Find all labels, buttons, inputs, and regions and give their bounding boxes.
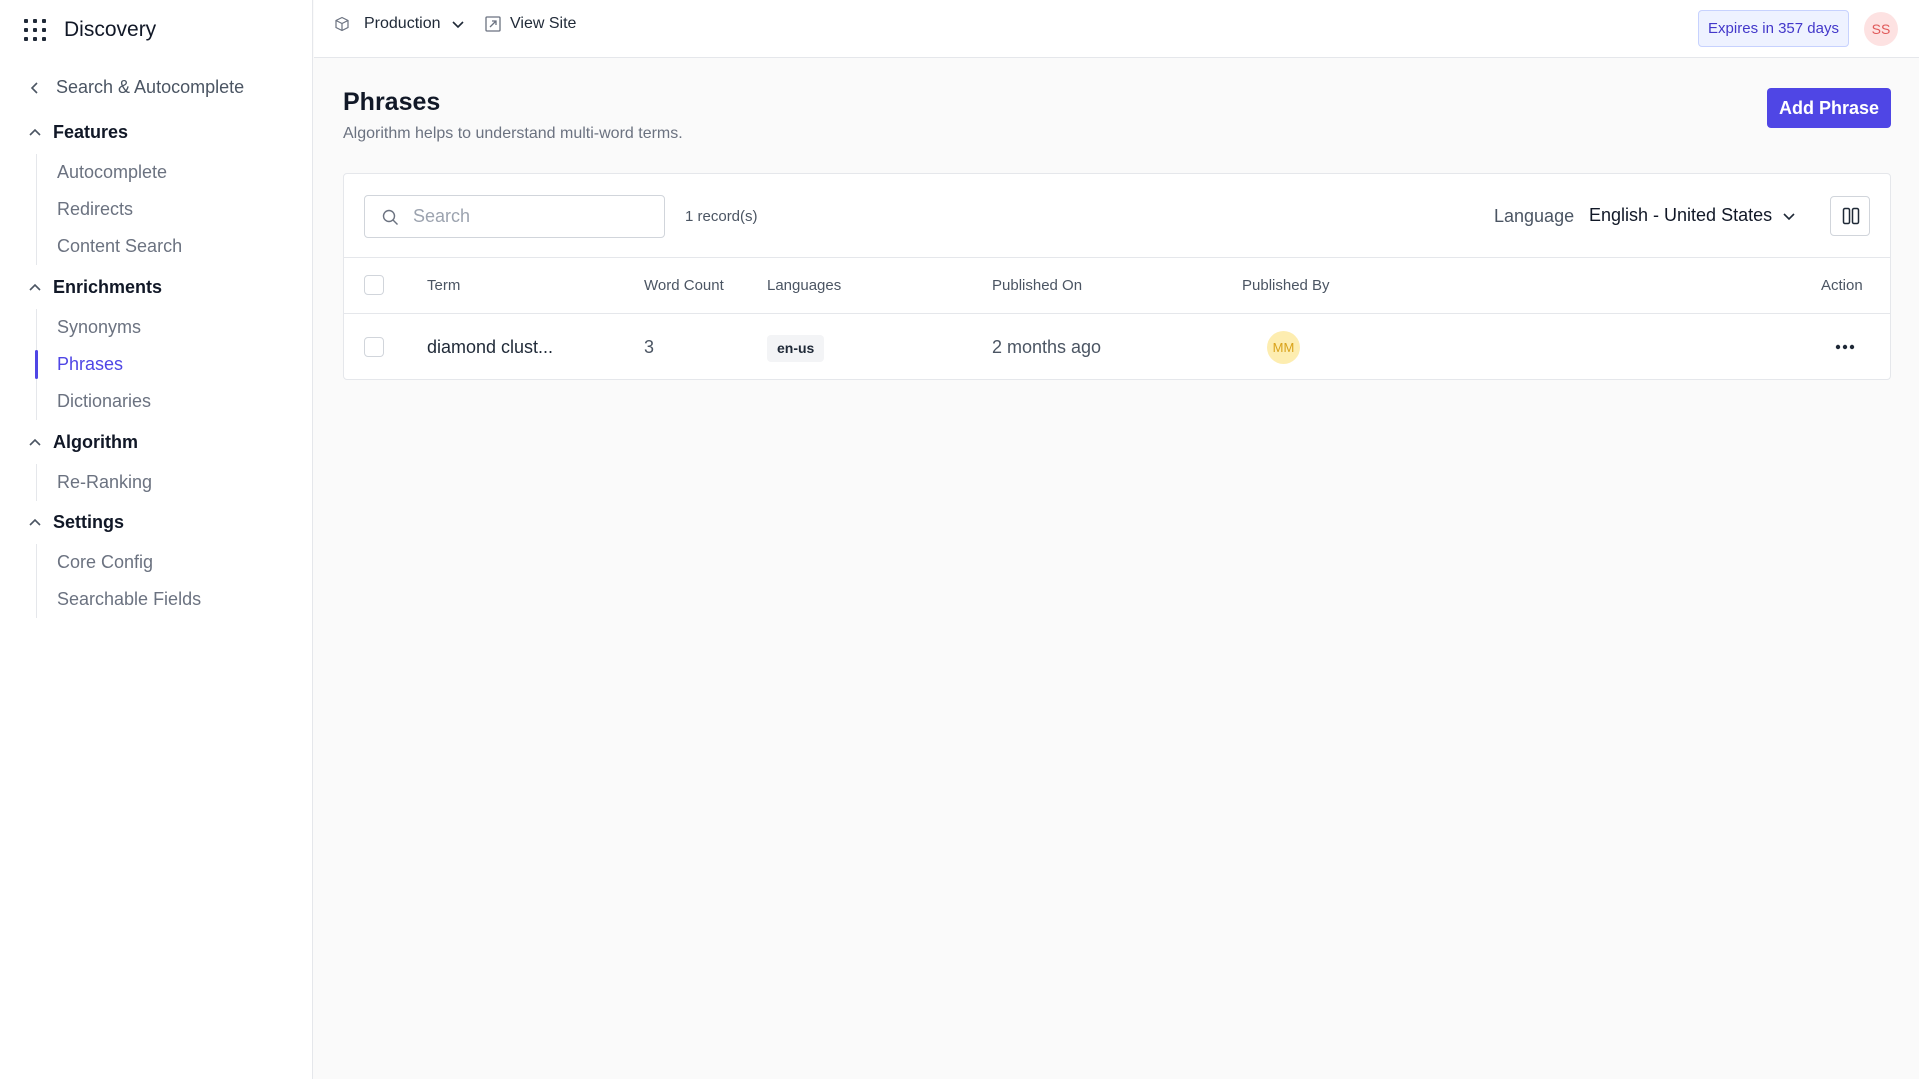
section-label: Features [53,122,129,142]
more-actions-icon[interactable] [1832,338,1858,356]
search-box[interactable] [364,195,665,238]
sidebar-item-dictionaries[interactable]: Dictionaries [37,383,296,420]
header-published-on[interactable]: Published On [992,258,1082,313]
header-term[interactable]: Term [427,258,460,313]
table-row[interactable]: diamond clust... 3 en-us 2 months ago MM [344,314,1890,380]
app: Discovery Search & Autocomplete Features… [0,0,1919,1079]
brand-name: Discovery [64,18,157,41]
nav-group-settings: Core Config Searchable Fields [36,544,296,618]
app-grid-icon[interactable] [24,19,46,41]
cell-word-count: 3 [644,337,655,357]
table-header: Term Word Count Languages Published On P… [344,257,1890,314]
cell-published-on: 2 months ago [992,337,1102,357]
sidebar-item-core-config[interactable]: Core Config [37,544,296,581]
sidebar-item-synonyms[interactable]: Synonyms [37,309,296,346]
nav-group-features: Autocomplete Redirects Content Search [36,154,296,265]
section-label: Enrichments [53,277,163,297]
page-title: Phrases [343,88,441,116]
add-phrase-button[interactable]: Add Phrase [1767,88,1891,128]
select-all-checkbox[interactable] [364,275,384,295]
section-settings[interactable]: Settings [28,512,124,533]
phrases-card: 1 record(s) Language English - United St… [343,173,1891,380]
columns-button[interactable] [1830,196,1870,236]
chevron-up-icon [29,438,41,446]
nav-group-enrichments: Synonyms Phrases Dictionaries [35,309,296,420]
header-published-by[interactable]: Published By [1242,258,1330,313]
sidebar-item-re-ranking[interactable]: Re-Ranking [37,464,296,501]
language-label: Language [1494,206,1575,226]
chevron-down-icon [451,21,464,29]
language-badge: en-us [767,335,825,362]
external-link-icon [485,16,501,32]
back-link[interactable]: Search & Autocomplete [28,77,244,98]
brand: Discovery [24,14,156,46]
section-label: Settings [53,512,125,532]
user-avatar[interactable]: SS [1864,12,1898,46]
language-value: English - United States [1589,205,1773,225]
section-enrichments[interactable]: Enrichments [28,277,162,298]
header-languages[interactable]: Languages [767,258,841,313]
record-count: 1 record(s) [685,208,758,225]
language-select[interactable]: English - United States [1589,205,1796,226]
cell-term[interactable]: diamond clust... [427,314,553,380]
search-icon [382,209,398,225]
sidebar-item-content-search[interactable]: Content Search [37,228,296,265]
section-label: Algorithm [53,432,138,452]
environment-selector[interactable]: Production [334,15,479,33]
publisher-avatar: MM [1267,331,1300,364]
chevron-left-icon [30,81,38,94]
columns-icon [1842,207,1860,225]
chevron-up-icon [29,518,41,526]
expires-badge[interactable]: Expires in 357 days [1698,10,1849,47]
environment-label: Production [364,15,441,32]
section-features[interactable]: Features [28,122,128,143]
sidebar-item-searchable-fields[interactable]: Searchable Fields [37,581,296,618]
sidebar: Discovery Search & Autocomplete Features… [0,0,313,1079]
topbar: Production View Site Expires in 357 days… [314,0,1919,58]
page-subtitle: Algorithm helps to understand multi-word… [343,125,683,142]
view-site-link[interactable]: View Site [484,15,576,33]
cube-icon [335,16,349,32]
sidebar-item-autocomplete[interactable]: Autocomplete [37,154,296,191]
row-checkbox[interactable] [364,337,384,357]
chevron-down-icon [1783,212,1795,220]
chevron-up-icon [29,283,41,291]
sidebar-item-phrases[interactable]: Phrases [35,346,296,383]
nav-group-algorithm: Re-Ranking [36,464,296,501]
section-algorithm[interactable]: Algorithm [28,432,138,453]
search-input[interactable] [411,196,656,237]
chevron-up-icon [29,128,41,136]
header-word-count[interactable]: Word Count [644,258,724,313]
header-action: Action [1821,277,1863,294]
back-label: Search & Autocomplete [56,77,245,97]
sidebar-item-redirects[interactable]: Redirects [37,191,296,228]
view-site-label: View Site [510,15,577,32]
